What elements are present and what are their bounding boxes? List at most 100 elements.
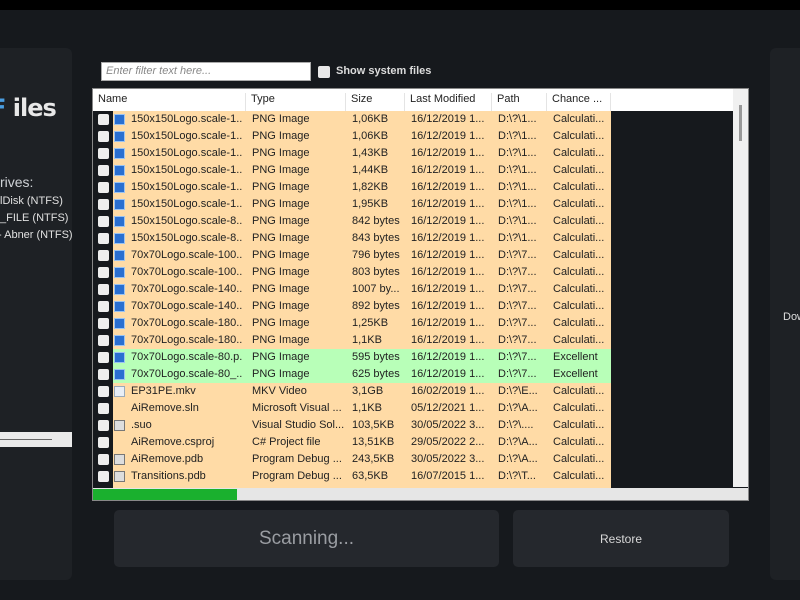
table-row[interactable]: 70x70Logo.scale-100.... PNG Image 796 byte… [93,247,733,264]
cell-chance: Calculati... [553,317,605,329]
row-checkbox[interactable] [98,114,109,125]
row-checkbox[interactable] [98,437,109,448]
table-row[interactable]: 70x70Logo.scale-140... PNG Image 892 bytes… [93,298,733,315]
cell-name: 150x150Logo.scale-1... [131,181,243,193]
cell-modified: 30/05/2022 3... [411,453,485,465]
row-checkbox[interactable] [98,454,109,465]
filter-input[interactable]: Enter filter text here... [101,62,311,81]
cell-modified: 29/05/2022 2... [411,436,485,448]
table-row[interactable]: AiRemove.pdb Program Debug ... 243,5KB 30/0… [93,451,733,468]
row-checkbox[interactable] [98,182,109,193]
row-checkbox[interactable] [98,267,109,278]
row-checkbox[interactable] [98,471,109,482]
row-checkbox[interactable] [98,284,109,295]
cell-name: 150x150Logo.scale-1... [131,147,243,159]
cell-modified: 16/07/2015 1... [411,470,485,482]
table-row[interactable]: 150x150Logo.scale-1... PNG Image 1,06KB 16/… [93,111,733,128]
cell-modified: 16/12/2019 1... [411,351,485,363]
drive-item[interactable]: _FILE (NTFS) [0,212,68,224]
row-checkbox[interactable] [98,148,109,159]
png-file-icon [114,233,125,244]
cell-type: PNG Image [252,283,310,295]
table-row[interactable]: 150x150Logo.scale-8... PNG Image 842 bytes… [93,213,733,230]
png-file-icon [114,114,125,125]
row-checkbox[interactable] [98,335,109,346]
table-row[interactable]: Transitions.pdb Program Debug ... 63,5KB 16… [93,468,733,485]
cell-type: PNG Image [252,232,310,244]
cell-modified: 16/12/2019 1... [411,147,485,159]
cell-size: 3,1GB [352,385,384,397]
cell-path: D:\?\1... [498,147,537,159]
png-file-icon [114,165,125,176]
cell-chance: Calculati... [553,130,605,142]
row-checkbox[interactable] [98,250,109,261]
cell-chance: Calculati... [553,300,605,312]
table-row[interactable]: 70x70Logo.scale-80.p... PNG Image 595 byte… [93,349,733,366]
table-row[interactable]: .suo Visual Studio Sol... 103,5KB 30/05/202… [93,417,733,434]
table-row[interactable]: 150x150Logo.scale-1... PNG Image 1,06KB 16/… [93,128,733,145]
cell-size: 625 bytes [352,368,400,380]
table-row[interactable]: 150x150Logo.scale-1... PNG Image 1,43KB 16/… [93,145,733,162]
drives-label: rives: [0,174,34,190]
right-panel: Dow [770,48,800,580]
row-checkbox[interactable] [98,420,109,431]
scrollbar-thumb[interactable] [739,105,742,141]
table-row[interactable]: 150x150Logo.scale-1... PNG Image 1,95KB 16/… [93,196,733,213]
png-file-icon [114,216,125,227]
cell-type: Program Debug ... [252,453,342,465]
row-checkbox[interactable] [98,301,109,312]
cell-type: PNG Image [252,181,310,193]
table-row[interactable]: AiRemove.sln Microsoft Visual ... 1,1KB 05/… [93,400,733,417]
table-row[interactable]: 70x70Logo.scale-180.... PNG Image 1,25KB 16… [93,315,733,332]
png-file-icon [114,182,125,193]
right-panel-label: Dow [783,311,800,323]
row-checkbox[interactable] [98,318,109,329]
table-row[interactable]: EP31PE.mkv MKV Video 3,1GB 16/02/2019 1... D… [93,383,733,400]
row-checkbox[interactable] [98,369,109,380]
png-file-icon [114,131,125,142]
cell-type: PNG Image [252,368,310,380]
cell-chance: Excellent [553,351,598,363]
table-row[interactable]: 70x70Logo.scale-100... PNG Image 803 bytes… [93,264,733,281]
cell-type: Program Debug ... [252,470,342,482]
row-checkbox[interactable] [98,403,109,414]
cell-modified: 16/12/2019 1... [411,300,485,312]
drive-item[interactable]: lDisk (NTFS) [0,195,63,207]
cell-path: D:\?\A... [498,436,538,448]
scan-button[interactable]: Scanning... [114,510,499,567]
cell-name: .suo [131,419,152,431]
table-row[interactable]: 70x70Logo.scale-180... PNG Image 1,1KB 16/1… [93,332,733,349]
png-file-icon [114,199,125,210]
table-row[interactable]: AiRemove.csproj C# Project file 13,51KB 29/… [93,434,733,451]
table-row[interactable]: 70x70Logo.scale-140.... PNG Image 1007 by.… [93,281,733,298]
row-checkbox[interactable] [98,386,109,397]
table-row[interactable]: 150x150Logo.scale-8... PNG Image 843 bytes… [93,230,733,247]
show-system-files-label[interactable]: Show system files [336,65,431,77]
row-checkbox[interactable] [98,165,109,176]
png-file-icon [114,318,125,329]
cell-type: PNG Image [252,266,310,278]
png-file-icon [114,369,125,380]
drive-item[interactable]: - Abner (NTFS) [0,229,72,241]
table-row[interactable]: 70x70Logo.scale-80_... PNG Image 625 bytes… [93,366,733,383]
cell-path: D:\?\T... [498,470,536,482]
row-checkbox[interactable] [98,216,109,227]
table-row[interactable]: 150x150Logo.scale-1... PNG Image 1,82KB 16/… [93,179,733,196]
table-row[interactable]: 150x150Logo.scale-1... PNG Image 1,44KB 16/… [93,162,733,179]
cell-modified: 16/12/2019 1... [411,232,485,244]
row-checkbox[interactable] [98,199,109,210]
row-checkbox[interactable] [98,131,109,142]
cell-path: D:\?\1... [498,198,537,210]
restore-button[interactable]: Restore [513,510,729,567]
cell-size: 1,25KB [352,317,389,329]
vertical-scrollbar[interactable] [733,89,748,487]
cell-type: PNG Image [252,317,310,329]
cell-path: D:\?\1... [498,181,537,193]
row-checkbox[interactable] [98,352,109,363]
row-checkbox[interactable] [98,233,109,244]
show-system-files-checkbox[interactable] [318,66,330,78]
scan-progress-fill [93,489,238,500]
cell-path: D:\?\7... [498,368,537,380]
cell-path: D:\?\7... [498,317,537,329]
cell-name: 70x70Logo.scale-100... [131,266,243,278]
